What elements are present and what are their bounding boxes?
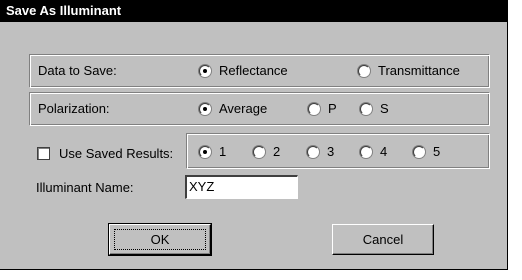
use-saved-results-label: Use Saved Results: bbox=[59, 146, 174, 161]
illuminant-name-label: Illuminant Name: bbox=[36, 180, 134, 195]
radio-polarization-average[interactable]: Average bbox=[199, 101, 267, 117]
radio-saved-result-3-indicator bbox=[307, 146, 319, 158]
radio-polarization-p-indicator bbox=[308, 103, 320, 115]
radio-saved-result-2-indicator bbox=[253, 146, 265, 158]
radio-saved-result-1-indicator bbox=[199, 146, 211, 158]
data-to-save-group: Data to Save: Reflectance Transmittance bbox=[29, 54, 490, 88]
radio-transmittance-indicator bbox=[358, 65, 370, 77]
polarization-label: Polarization: bbox=[38, 101, 110, 116]
radio-polarization-average-label: Average bbox=[219, 101, 268, 116]
radio-polarization-p-label: P bbox=[328, 101, 337, 116]
radio-saved-result-3-label: 3 bbox=[327, 144, 335, 159]
radio-saved-result-1[interactable]: 1 bbox=[199, 144, 226, 160]
radio-saved-result-5-label: 5 bbox=[433, 144, 441, 159]
radio-polarization-s-indicator bbox=[360, 103, 372, 115]
radio-saved-result-4-indicator bbox=[360, 146, 372, 158]
polarization-group: Polarization: Average P S bbox=[29, 92, 490, 126]
use-saved-results-checkbox-box bbox=[37, 147, 50, 160]
radio-reflectance-indicator bbox=[199, 65, 211, 77]
radio-transmittance-label: Transmittance bbox=[378, 63, 460, 78]
radio-saved-result-5-indicator bbox=[413, 146, 425, 158]
radio-polarization-average-indicator bbox=[199, 103, 211, 115]
radio-saved-result-2[interactable]: 2 bbox=[253, 144, 280, 160]
dialog-title: Save As Illuminant bbox=[0, 0, 507, 22]
radio-saved-result-3[interactable]: 3 bbox=[307, 144, 334, 160]
radio-polarization-p[interactable]: P bbox=[308, 101, 337, 117]
illuminant-name-input[interactable]: XYZ bbox=[185, 175, 298, 199]
radio-polarization-s[interactable]: S bbox=[360, 101, 389, 117]
radio-polarization-s-label: S bbox=[380, 101, 389, 116]
radio-saved-result-2-label: 2 bbox=[273, 144, 281, 159]
data-to-save-label: Data to Save: bbox=[38, 63, 117, 78]
ok-button[interactable]: OK bbox=[108, 223, 212, 256]
radio-saved-result-4-label: 4 bbox=[380, 144, 388, 159]
radio-saved-result-5[interactable]: 5 bbox=[413, 144, 440, 160]
use-saved-results-checkbox[interactable]: Use Saved Results: bbox=[36, 145, 186, 163]
saved-results-group: 1 2 3 4 5 bbox=[186, 133, 490, 169]
radio-reflectance-label: Reflectance bbox=[219, 63, 288, 78]
radio-reflectance[interactable]: Reflectance bbox=[199, 63, 288, 79]
radio-saved-result-1-label: 1 bbox=[219, 144, 227, 159]
radio-saved-result-4[interactable]: 4 bbox=[360, 144, 387, 160]
ok-button-focus-rect bbox=[114, 229, 206, 250]
cancel-button[interactable]: Cancel bbox=[332, 224, 434, 255]
cancel-button-label: Cancel bbox=[362, 232, 404, 247]
radio-transmittance[interactable]: Transmittance bbox=[358, 63, 460, 79]
save-as-illuminant-dialog: Save As Illuminant Data to Save: Reflect… bbox=[0, 0, 508, 270]
